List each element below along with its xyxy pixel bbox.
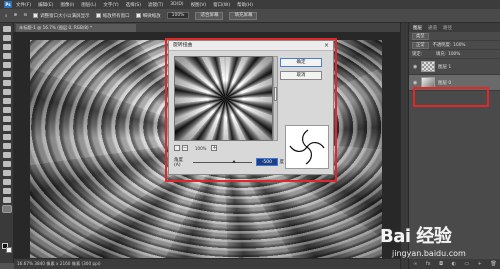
layer-thumbnail xyxy=(421,61,435,72)
menu-select[interactable]: 选择(S) xyxy=(126,2,141,8)
menu-bar: Ps 文件(F) 编辑(E) 图像(I) 图层(L) 文字(Y) 选择(S) 滤… xyxy=(0,0,500,9)
tab-layers[interactable]: 图层 xyxy=(413,25,422,31)
preview-zoom-row: − 100% + xyxy=(174,144,273,152)
marquee-tool-icon[interactable] xyxy=(2,35,11,41)
path-select-tool-icon[interactable] xyxy=(2,179,11,185)
preview-toggle-checkbox[interactable] xyxy=(174,145,180,151)
type-tool-icon[interactable] xyxy=(2,170,11,176)
layer-highlight-outline xyxy=(413,87,489,107)
menu-type[interactable]: 文字(Y) xyxy=(103,2,118,8)
angle-input[interactable]: -500 xyxy=(256,158,278,166)
zoom-in-icon[interactable]: ⊕ xyxy=(14,13,18,18)
zoom-tool-active-icon[interactable] xyxy=(1,205,12,213)
pen-tool-icon[interactable] xyxy=(2,161,11,167)
menu-help[interactable]: 帮助(H) xyxy=(237,2,253,8)
fill-field[interactable]: 100% xyxy=(448,52,460,57)
eraser-tool-icon[interactable] xyxy=(2,125,11,131)
healing-brush-tool-icon[interactable] xyxy=(2,89,11,95)
fit-screen-button[interactable]: 适合屏幕 xyxy=(195,11,224,20)
lock-row: 锁定: 填充: 100% xyxy=(409,50,500,59)
filter-preview-image[interactable] xyxy=(174,56,273,141)
menu-filter[interactable]: 滤镜(T) xyxy=(148,2,163,8)
hand-tool-icon[interactable] xyxy=(2,197,11,203)
document-tab-bar: 未标题-1 @ 16.7% (图层 0, RGB/8) * xyxy=(14,23,400,32)
watermark-url: jingyan.baidu.com xyxy=(392,249,466,258)
photoshop-logo: Ps xyxy=(4,1,12,8)
blur-tool-icon[interactable] xyxy=(2,143,11,149)
zoom-tool-icon[interactable]: ⌕ xyxy=(5,13,8,19)
twirl-filter-dialog: 旋转扭曲 × − 100% + 确定 取消 角度(A) -500 度 xyxy=(168,40,334,175)
layer-filter-row: 类型 xyxy=(409,32,500,41)
close-icon[interactable]: × xyxy=(324,41,329,51)
menu-view[interactable]: 视图(V) xyxy=(191,2,207,8)
dodge-tool-icon[interactable] xyxy=(2,152,11,158)
angle-unit: 度 xyxy=(279,160,285,165)
opacity-label: 不透明度: xyxy=(432,43,452,48)
zoom-out-icon[interactable]: ⊖ xyxy=(23,13,27,18)
cancel-button[interactable]: 取消 xyxy=(280,71,322,80)
background-color[interactable] xyxy=(6,247,12,253)
quick-select-tool-icon[interactable] xyxy=(2,53,11,59)
layer-row[interactable]: ◉ 图层 1 xyxy=(409,59,500,75)
fill-label: 填充: xyxy=(436,52,447,57)
preview-scroll-thumb[interactable] xyxy=(274,87,277,101)
blend-mode-select[interactable]: 正常 xyxy=(412,41,429,49)
lock-label: 锁定: xyxy=(412,52,423,57)
frame-tool-icon[interactable] xyxy=(2,71,11,77)
eyedropper-tool-icon[interactable] xyxy=(2,80,11,86)
visibility-eye-icon[interactable]: ◉ xyxy=(413,64,418,70)
scrubby-zoom-option[interactable]: 细微缩放 xyxy=(135,13,161,19)
document-tab[interactable]: 未标题-1 @ 16.7% (图层 0, RGB/8) * xyxy=(16,24,136,32)
zoom-all-option[interactable]: 缩放所有窗口 xyxy=(95,13,130,19)
dialog-title-bar[interactable]: 旋转扭曲 × xyxy=(169,41,333,51)
fill-screen-button[interactable]: 填充屏幕 xyxy=(229,11,258,20)
resize-windows-option[interactable]: 调整窗口大小以满屏显示 xyxy=(33,13,90,19)
color-swatches[interactable] xyxy=(2,243,12,253)
ok-button[interactable]: 确定 xyxy=(280,58,322,67)
move-tool-icon[interactable] xyxy=(2,26,11,32)
brush-tool-icon[interactable] xyxy=(2,98,11,104)
zoom-in-icon[interactable]: + xyxy=(211,145,218,151)
twirl-glyph-icon xyxy=(289,129,325,165)
baidu-watermark: Bai 经验 jingyan.baidu.com xyxy=(380,222,498,264)
zoom-out-icon[interactable]: − xyxy=(182,145,188,151)
layer-name: 图层 1 xyxy=(438,64,452,70)
preview-scrollbar[interactable] xyxy=(273,56,278,141)
tools-panel xyxy=(0,23,14,263)
angle-slider-thumb[interactable] xyxy=(232,159,237,163)
menu-image[interactable]: 图像(I) xyxy=(60,2,74,8)
clone-stamp-tool-icon[interactable] xyxy=(2,107,11,113)
menu-edit[interactable]: 编辑(E) xyxy=(38,2,53,8)
dialog-title: 旋转扭曲 xyxy=(173,43,193,48)
tab-channels[interactable]: 通道 xyxy=(428,25,437,31)
menu-layer[interactable]: 图层(L) xyxy=(81,2,96,8)
menu-3d[interactable]: 3D(D) xyxy=(170,2,183,7)
angle-label: 角度(A) xyxy=(174,157,183,168)
layer-name: 图层 0 xyxy=(438,80,452,86)
blend-row: 正常 不透明度: 100% xyxy=(409,41,500,50)
panel-tabs: 图层 通道 路径 xyxy=(409,23,500,32)
crop-tool-icon[interactable] xyxy=(2,62,11,68)
watermark-logo: Bai 经验 xyxy=(380,226,452,247)
shape-tool-icon[interactable] xyxy=(2,188,11,194)
twirl-shape-preview-icon xyxy=(285,125,329,169)
preview-zoom-value: 100% xyxy=(195,145,207,151)
menu-file[interactable]: 文件(F) xyxy=(16,2,31,8)
lasso-tool-icon[interactable] xyxy=(2,44,11,50)
zoom-all-checkbox[interactable] xyxy=(95,13,101,18)
history-brush-tool-icon[interactable] xyxy=(2,116,11,122)
angle-control-row: 角度(A) -500 度 xyxy=(174,157,285,168)
status-bar: 16.67% 3840 像素 x 2160 像素 (300 ppi) xyxy=(14,258,400,269)
tab-paths[interactable]: 路径 xyxy=(443,25,452,31)
resize-windows-checkbox[interactable] xyxy=(33,13,39,18)
gradient-tool-icon[interactable] xyxy=(2,134,11,140)
opacity-field[interactable]: 100% xyxy=(453,43,465,48)
menu-window[interactable]: 窗口(W) xyxy=(213,2,230,8)
kind-filter-select[interactable]: 类型 xyxy=(412,32,429,40)
scrubby-zoom-checkbox[interactable] xyxy=(135,13,141,18)
options-bar: ⌕ ⊕ ⊖ 调整窗口大小以满屏显示 缩放所有窗口 细微缩放 100% 适合屏幕 … xyxy=(0,9,500,23)
zoom-percent-field[interactable]: 100% xyxy=(166,12,190,19)
visibility-eye-icon[interactable]: ◉ xyxy=(413,80,418,86)
angle-slider[interactable] xyxy=(192,159,253,163)
